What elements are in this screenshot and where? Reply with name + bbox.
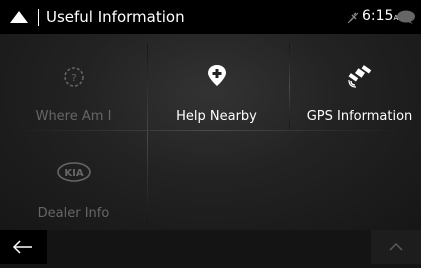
title-separator <box>38 9 39 26</box>
arrow-left-icon <box>12 240 32 254</box>
column-divider-1 <box>147 44 148 224</box>
gps-off-icon <box>347 12 359 24</box>
scroll-up-button[interactable] <box>371 230 421 264</box>
chevron-up-icon <box>389 242 403 251</box>
tile-label: Where Am I <box>35 109 112 124</box>
tile-label: Help Nearby <box>176 109 257 124</box>
location-target-icon: ? <box>63 67 84 87</box>
tile-label: GPS Information <box>306 109 413 124</box>
bottom-bar <box>0 230 421 264</box>
kia-logo-icon: KIA <box>56 162 91 182</box>
column-divider-2 <box>289 44 290 129</box>
tile-label: Dealer Info <box>37 206 110 221</box>
svg-text:KIA: KIA <box>64 168 83 179</box>
menu-up-arrow-icon[interactable] <box>10 11 28 23</box>
back-button[interactable] <box>0 230 47 264</box>
tile-where-am-i[interactable]: ? Where Am I <box>2 46 145 142</box>
satellite-icon <box>347 65 371 88</box>
page-title: Useful Information <box>46 8 185 26</box>
map-pin-plus-icon <box>207 65 226 86</box>
top-bar: Useful Information 6:15AM <box>0 0 421 34</box>
row-divider <box>10 130 410 131</box>
tile-help-nearby[interactable]: Help Nearby <box>145 46 288 142</box>
message-icon[interactable] <box>396 10 416 25</box>
info-grid: ? Where Am I Help Nearby GPS Information… <box>0 34 421 230</box>
svg-text:?: ? <box>71 73 76 84</box>
clock-time: 6:15 <box>362 8 394 24</box>
tile-dealer-info[interactable]: KIA Dealer Info <box>2 143 145 239</box>
tile-gps-information[interactable]: GPS Information <box>288 46 421 142</box>
